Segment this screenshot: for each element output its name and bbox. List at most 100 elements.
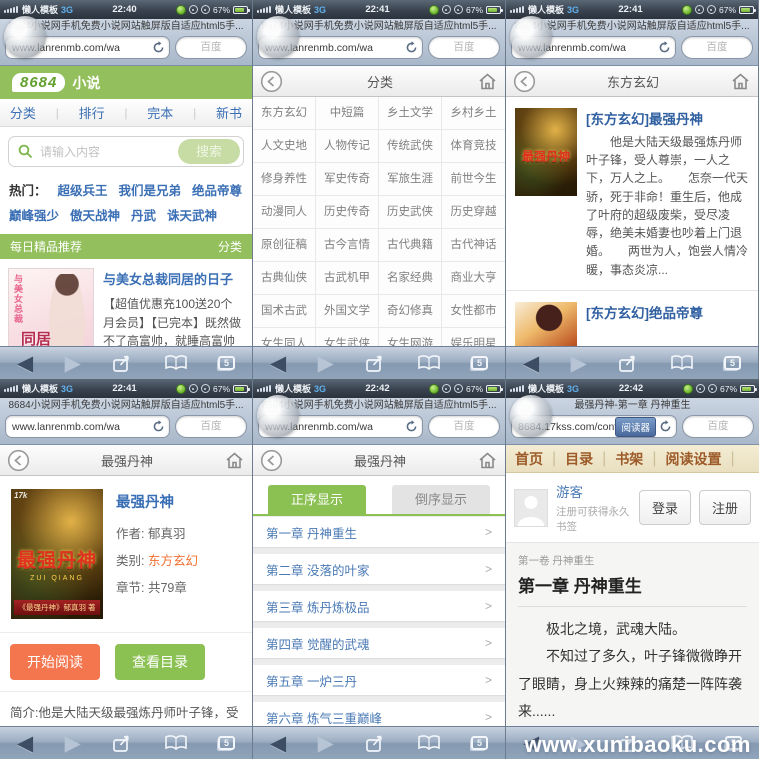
list-item[interactable]: 最强丹神 [东方玄幻]最强丹神 他是大陆天级最强炼丹师叶子锋，受人尊崇，一人之下… — [506, 97, 758, 291]
category-link[interactable]: 外国文学 — [316, 295, 379, 328]
category-link[interactable]: 人文史地 — [253, 130, 316, 163]
tabs-button[interactable]: 5 — [218, 736, 235, 750]
nav-ranking[interactable]: 排行 — [79, 103, 105, 122]
category-link[interactable]: 名家经典 — [379, 262, 442, 295]
category-link[interactable]: 历史传奇 — [316, 196, 379, 229]
share-button[interactable] — [112, 734, 133, 753]
tabs-button[interactable]: 5 — [724, 356, 741, 370]
book-title-link[interactable]: [东方玄幻]最强丹神 — [586, 108, 749, 128]
category-link[interactable]: 人物传记 — [316, 130, 379, 163]
assistive-touch-button[interactable] — [4, 16, 46, 58]
category-link[interactable]: 东方玄幻 — [148, 554, 198, 568]
category-link[interactable]: 中短篇 — [316, 97, 379, 130]
share-button[interactable] — [112, 354, 133, 373]
back-circle-icon[interactable] — [513, 70, 536, 93]
category-link[interactable]: 女生同人 — [253, 328, 316, 346]
refresh-icon[interactable] — [405, 420, 418, 433]
category-link[interactable]: 传统武侠 — [379, 130, 442, 163]
category-link[interactable]: 体育竞技 — [442, 130, 505, 163]
featured-book[interactable]: 与美女总裁 同居的日子 与美女总裁同居的日子 【超值优惠充100送20个月会员】… — [0, 259, 252, 346]
category-link[interactable]: 古武机甲 — [316, 262, 379, 295]
category-link[interactable]: 前世今生 — [442, 163, 505, 196]
start-reading-button[interactable]: 开始阅读 — [10, 644, 100, 680]
chapter-row[interactable]: 第四章 觉醒的武魂> — [253, 628, 505, 658]
nav-finished[interactable]: 完本 — [147, 103, 173, 122]
forward-button[interactable]: ▶ — [318, 353, 334, 374]
category-link[interactable]: 商业大亨 — [442, 262, 505, 295]
category-link[interactable]: 历史穿越 — [442, 196, 505, 229]
category-link[interactable]: 修身养性 — [253, 163, 316, 196]
category-link[interactable]: 古今言情 — [316, 229, 379, 262]
reader-mode-button[interactable]: 阅读器 — [615, 417, 656, 437]
login-button[interactable]: 登录 — [639, 490, 691, 525]
section-category-link[interactable]: 分类 — [218, 238, 242, 255]
hot-link[interactable]: 巅峰强少 — [9, 205, 59, 224]
book-cover[interactable]: 与美女总裁 同居的日子 — [8, 268, 94, 346]
assistive-touch-button[interactable] — [510, 16, 552, 58]
nav-home[interactable]: 首页 — [515, 449, 543, 469]
bookmarks-button[interactable] — [165, 355, 187, 371]
home-icon[interactable] — [730, 71, 751, 92]
assistive-touch-button[interactable] — [257, 16, 299, 58]
home-icon[interactable] — [224, 450, 245, 471]
category-link[interactable]: 古典仙侠 — [253, 262, 316, 295]
back-circle-icon[interactable] — [7, 449, 30, 472]
browser-search-field[interactable]: 百度 — [175, 36, 247, 59]
nav-reading-settings[interactable]: 阅读设置 — [665, 449, 721, 469]
category-link[interactable]: 动漫同人 — [253, 196, 316, 229]
back-button[interactable]: ◀ — [270, 353, 286, 374]
category-link[interactable]: 国术古武 — [253, 295, 316, 328]
refresh-icon[interactable] — [152, 41, 165, 54]
chapter-row[interactable]: 第六章 炼气三重巅峰> — [253, 702, 505, 726]
tabs-button[interactable]: 5 — [218, 356, 235, 370]
category-link[interactable]: 历史武侠 — [379, 196, 442, 229]
category-link[interactable]: 军旅生涯 — [379, 163, 442, 196]
category-link[interactable]: 娱乐明星 — [442, 328, 505, 346]
search-button[interactable]: 搜索 — [178, 139, 240, 164]
hot-link[interactable]: 我们是兄弟 — [119, 180, 182, 199]
tabs-button[interactable]: 5 — [471, 736, 488, 750]
nav-category[interactable]: 分类 — [10, 103, 36, 122]
hot-link[interactable]: 傲天战神 — [70, 205, 120, 224]
bookmarks-button[interactable] — [418, 355, 440, 371]
category-link[interactable]: 古代神话 — [442, 229, 505, 262]
tab-ascending[interactable]: 正序显示 — [268, 485, 366, 514]
assistive-touch-button[interactable] — [510, 395, 552, 437]
home-icon[interactable] — [477, 71, 498, 92]
browser-search-field[interactable]: 百度 — [175, 415, 247, 438]
site-search-box[interactable]: 请输入内容 搜索 — [8, 136, 244, 167]
guest-name-link[interactable]: 游客 — [556, 481, 631, 501]
home-icon[interactable] — [477, 450, 498, 471]
tabs-button[interactable]: 5 — [471, 356, 488, 370]
forward-button[interactable]: ▶ — [318, 733, 334, 754]
category-link[interactable]: 东方玄幻 — [253, 97, 316, 130]
category-link[interactable]: 女生网游 — [379, 328, 442, 346]
hot-link[interactable]: 超级兵王 — [58, 180, 108, 199]
category-link[interactable]: 女性都市 — [442, 295, 505, 328]
back-button[interactable]: ◀ — [17, 353, 33, 374]
browser-search-field[interactable]: 百度 — [681, 36, 753, 59]
category-link[interactable]: 乡土文学 — [379, 97, 442, 130]
share-button[interactable] — [365, 734, 386, 753]
register-button[interactable]: 注册 — [699, 490, 751, 525]
nav-bookshelf[interactable]: 书架 — [615, 449, 643, 469]
back-circle-icon[interactable] — [260, 70, 283, 93]
category-link[interactable]: 原创征稿 — [253, 229, 316, 262]
nav-toc[interactable]: 目录 — [565, 449, 593, 469]
back-button[interactable]: ◀ — [523, 353, 539, 374]
forward-button[interactable]: ▶ — [571, 353, 587, 374]
hot-link[interactable]: 绝品帝尊 — [192, 180, 242, 199]
bookmarks-button[interactable] — [671, 355, 693, 371]
chapter-row[interactable]: 第二章 没落的叶家> — [253, 554, 505, 584]
category-link[interactable]: 乡村乡土 — [442, 97, 505, 130]
hot-link[interactable]: 诛天武神 — [167, 205, 217, 224]
list-item[interactable]: [东方玄幻]绝品帝尊 — [506, 291, 758, 346]
site-logo[interactable]: 8684 — [12, 73, 65, 92]
book-cover[interactable]: 最强丹神 — [515, 108, 577, 196]
hot-link[interactable]: 丹武 — [131, 205, 156, 224]
assistive-touch-button[interactable] — [257, 395, 299, 437]
url-bar[interactable]: www.lanrenmb.com/wa — [5, 415, 170, 438]
forward-button[interactable]: ▶ — [65, 733, 81, 754]
category-link[interactable]: 军史传奇 — [316, 163, 379, 196]
chapter-row[interactable]: 第三章 炼丹炼极品> — [253, 591, 505, 621]
